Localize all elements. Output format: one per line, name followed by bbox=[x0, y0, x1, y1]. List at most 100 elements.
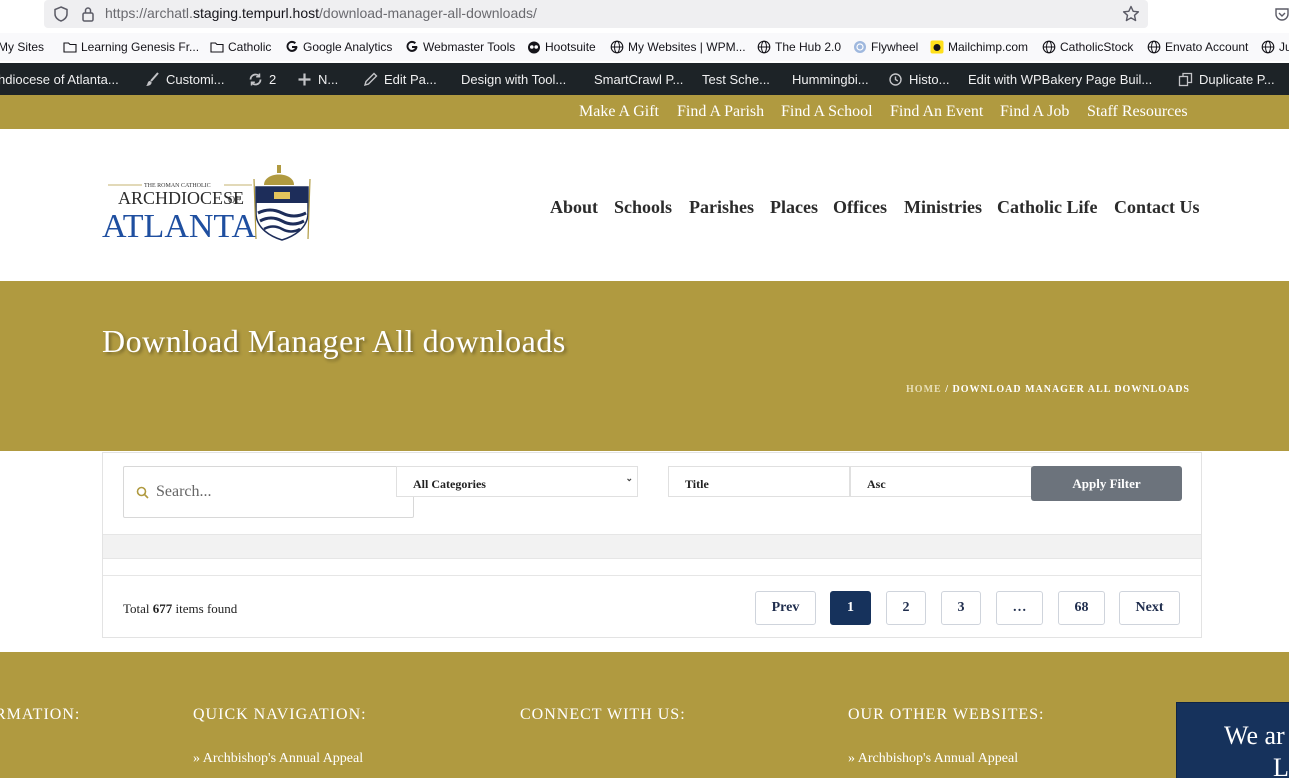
bookmark-item[interactable]: Google Analytics bbox=[285, 39, 392, 55]
bookmark-star-icon[interactable] bbox=[1122, 5, 1140, 23]
chat-widget-text-2: L bbox=[1273, 753, 1289, 778]
history-icon bbox=[889, 72, 902, 86]
pagination-page-68[interactable]: 68 bbox=[1058, 591, 1105, 625]
bookmark-label: Learning Genesis Fr... bbox=[81, 40, 200, 54]
pagination-prev[interactable]: Prev bbox=[755, 591, 816, 625]
bookmark-item[interactable]: My Sites bbox=[0, 39, 44, 55]
bookmark-label: My Websites | WPM... bbox=[628, 40, 746, 54]
nav-places[interactable]: Places bbox=[770, 197, 818, 218]
bookmark-item[interactable]: Catholic bbox=[210, 39, 271, 55]
nav-catholic-life[interactable]: Catholic Life bbox=[997, 197, 1098, 218]
bookmark-label: Webmaster Tools bbox=[423, 40, 516, 54]
footer-heading-information: RMATION: bbox=[0, 706, 81, 723]
nav-parishes[interactable]: Parishes bbox=[689, 197, 754, 218]
breadcrumb-home[interactable]: HOME bbox=[906, 384, 942, 395]
nav-schools[interactable]: Schools bbox=[614, 197, 672, 218]
plus-icon bbox=[298, 73, 311, 85]
pagination-page-3[interactable]: 3 bbox=[941, 591, 981, 625]
page-hero: Download Manager All downloads HOME / DO… bbox=[0, 281, 1289, 451]
admin-edit-page[interactable]: Edit Pa... bbox=[363, 71, 437, 87]
bookmark-label: Google Analytics bbox=[303, 40, 393, 54]
admin-customize-label: Customi... bbox=[166, 71, 225, 87]
apply-filter-button[interactable]: Apply Filter bbox=[1031, 466, 1182, 501]
nav-contact-us[interactable]: Contact Us bbox=[1114, 197, 1200, 218]
footer-link-annual-appeal[interactable]: » Archbishop's Annual Appeal bbox=[193, 751, 363, 767]
admin-customize[interactable]: Customi... bbox=[145, 71, 225, 87]
bookmark-label: The Hub 2.0 bbox=[775, 40, 842, 54]
admin-smartcrawl[interactable]: SmartCrawl P... bbox=[594, 71, 683, 87]
admin-site-name[interactable]: hdiocese of Atlanta... bbox=[0, 71, 119, 87]
nav-make-a-gift[interactable]: Make A Gift bbox=[579, 103, 659, 121]
admin-updates[interactable]: 2 bbox=[248, 71, 276, 87]
address-bar[interactable]: https://archatl.staging.tempurl.host/dow… bbox=[44, 0, 1148, 28]
globe-icon bbox=[1147, 40, 1161, 54]
browser-toolbar: https://archatl.staging.tempurl.host/dow… bbox=[0, 0, 1289, 30]
google-icon bbox=[286, 40, 298, 52]
search-input[interactable] bbox=[156, 479, 396, 505]
admin-design-toolset[interactable]: Design with Tool... bbox=[461, 71, 566, 87]
admin-history[interactable]: Histo... bbox=[888, 71, 949, 87]
globe-icon bbox=[757, 40, 771, 54]
brush-icon bbox=[146, 71, 159, 86]
pocket-icon[interactable] bbox=[1274, 6, 1289, 22]
admin-hummingbird[interactable]: Hummingbi... bbox=[792, 71, 869, 87]
footer-link-annual-appeal-site[interactable]: » Archbishop's Annual Appeal bbox=[848, 751, 1018, 767]
chat-widget[interactable]: We ar L bbox=[1176, 702, 1289, 778]
category-select[interactable]: All Categories ⌄ bbox=[396, 466, 638, 497]
admin-test-schema[interactable]: Test Sche... bbox=[702, 71, 770, 87]
nav-staff-resources[interactable]: Staff Resources bbox=[1087, 103, 1188, 121]
order-select[interactable]: Asc bbox=[850, 466, 1032, 497]
pagination-next[interactable]: Next bbox=[1119, 591, 1180, 625]
admin-new[interactable]: N... bbox=[297, 71, 338, 87]
refresh-icon bbox=[249, 73, 262, 85]
url-text[interactable]: https://archatl.staging.tempurl.host/dow… bbox=[105, 5, 537, 21]
pagination-page-1[interactable]: 1 bbox=[830, 591, 871, 625]
admin-design-label: Design with Tool... bbox=[461, 71, 567, 87]
bookmark-item[interactable]: Mailchimp.com bbox=[930, 39, 1028, 55]
bookmark-item[interactable]: Ju bbox=[1261, 39, 1289, 55]
nav-find-a-school[interactable]: Find A School bbox=[781, 103, 873, 121]
folder-icon bbox=[63, 42, 77, 53]
nav-find-a-job[interactable]: Find A Job bbox=[1000, 103, 1069, 121]
bookmark-label: CatholicStock bbox=[1060, 40, 1134, 54]
admin-updates-count: 2 bbox=[269, 71, 277, 87]
nav-offices[interactable]: Offices bbox=[833, 197, 887, 218]
total-prefix: Total bbox=[123, 601, 153, 616]
site-header: THE ROMAN CATHOLIC ARCHDIOCESE OF ATLANT… bbox=[0, 129, 1289, 281]
footer-heading-quick-navigation: QUICK NAVIGATION: bbox=[193, 706, 367, 723]
site-footer: RMATION: QUICK NAVIGATION: CONNECT WITH … bbox=[0, 652, 1289, 778]
bookmark-item[interactable]: Learning Genesis Fr... bbox=[63, 39, 199, 55]
bookmark-item[interactable]: The Hub 2.0 bbox=[757, 39, 841, 55]
search-field[interactable] bbox=[123, 466, 414, 518]
bookmark-item[interactable]: CatholicStock bbox=[1042, 39, 1133, 55]
footer-heading-connect: CONNECT WITH US: bbox=[520, 706, 686, 723]
nav-ministries[interactable]: Ministries bbox=[904, 197, 982, 218]
admin-edit-label: Edit Pa... bbox=[384, 71, 437, 87]
bookmark-label: Ju bbox=[1279, 40, 1289, 54]
admin-wpbakery[interactable]: Edit with WPBakery Page Buil... bbox=[968, 71, 1152, 87]
footer-heading-other-websites: OUR OTHER WEBSITES: bbox=[848, 706, 1045, 723]
bookmark-item[interactable]: Webmaster Tools bbox=[405, 39, 515, 55]
bookmark-label: Envato Account bbox=[1165, 40, 1249, 54]
bookmark-item[interactable]: Flywheel bbox=[853, 39, 918, 55]
archdiocese-logo[interactable]: THE ROMAN CATHOLIC ARCHDIOCESE OF ATLANT… bbox=[102, 165, 314, 243]
shield-icon[interactable] bbox=[54, 6, 68, 22]
globe-icon bbox=[610, 40, 624, 54]
nav-find-a-parish[interactable]: Find A Parish bbox=[677, 103, 764, 121]
total-suffix: items found bbox=[172, 601, 238, 616]
bookmark-item[interactable]: Hootsuite bbox=[527, 39, 596, 55]
pagination-page-2[interactable]: 2 bbox=[886, 591, 926, 625]
nav-about[interactable]: About bbox=[550, 197, 598, 218]
divider bbox=[103, 575, 1201, 576]
orderby-select[interactable]: Title bbox=[668, 466, 850, 497]
logo-line2: ARCHDIOCESE bbox=[118, 188, 244, 208]
nav-find-an-event[interactable]: Find An Event bbox=[890, 103, 983, 121]
utility-nav: Make A Gift Find A Parish Find A School … bbox=[0, 95, 1289, 129]
lock-icon[interactable] bbox=[81, 6, 95, 22]
bookmark-label: Flywheel bbox=[871, 40, 919, 54]
page-title: Download Manager All downloads bbox=[102, 323, 566, 359]
mailchimp-icon bbox=[930, 40, 944, 54]
bookmark-item[interactable]: My Websites | WPM... bbox=[610, 39, 746, 55]
bookmark-item[interactable]: Envato Account bbox=[1147, 39, 1248, 55]
admin-duplicate[interactable]: Duplicate P... bbox=[1178, 71, 1275, 87]
